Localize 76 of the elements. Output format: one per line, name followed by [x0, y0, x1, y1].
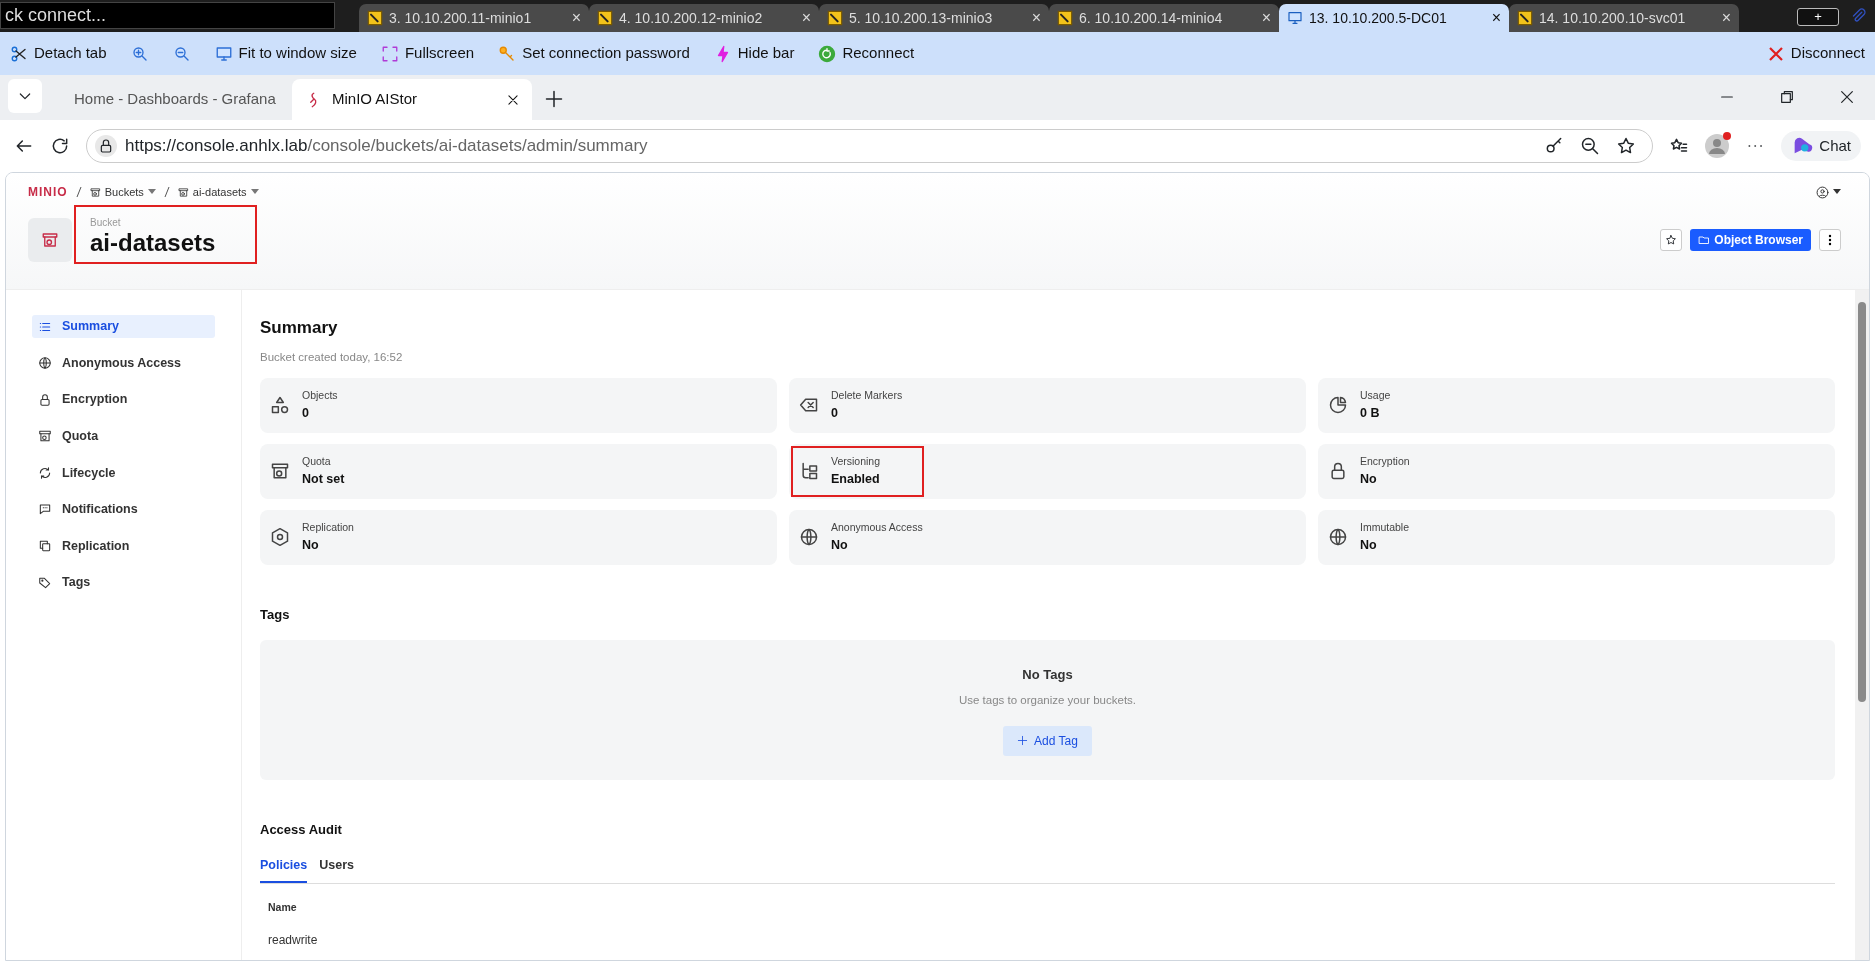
- stat-value: Enabled: [831, 470, 881, 488]
- toolbar-button[interactable]: Fit to window size: [214, 42, 357, 65]
- stat-value: 0 B: [1360, 404, 1381, 422]
- section-title: Summary: [260, 317, 339, 339]
- close-icon[interactable]: ×: [571, 6, 581, 30]
- logo-text: MINIO: [28, 184, 68, 201]
- toolbar-button[interactable]: Reconnect: [818, 42, 915, 65]
- table-cell-text: readwrite: [268, 932, 319, 950]
- toolbar-button[interactable]: Fullscreen: [380, 42, 475, 65]
- stat-label: Delete Markers: [831, 388, 903, 403]
- empty-text: Use tags to organize your buckets.: [958, 693, 1137, 709]
- tab-title: MinIO AIStor: [332, 89, 418, 110]
- tab-label: 14. 10.10.200.10-svc01: [1539, 8, 1686, 28]
- bucket-name: ai-datasets: [90, 230, 216, 257]
- sidebar-item[interactable]: Anonymous Access: [32, 351, 215, 375]
- chat-button[interactable]: Chat: [1781, 130, 1861, 162]
- tab-label: 13. 10.10.200.5-DC01: [1309, 8, 1447, 28]
- stat-label: Versioning: [831, 454, 881, 469]
- sidebar-item[interactable]: Quota: [32, 424, 215, 448]
- object-browser-button[interactable]: Object Browser: [1690, 228, 1811, 251]
- sidebar-item[interactable]: Encryption: [32, 388, 215, 412]
- toolbar-button[interactable]: Set connection password: [498, 42, 690, 65]
- section-title: Tags: [260, 605, 291, 624]
- sidebar-item[interactable]: Notifications: [32, 497, 215, 521]
- empty-title: No Tags: [1022, 665, 1073, 684]
- stat-label: Objects: [302, 388, 338, 403]
- toolbar-button[interactable]: Detach tab: [10, 42, 107, 65]
- add-tag-button[interactable]: Add Tag: [1003, 725, 1092, 756]
- stat-label: Encryption: [1360, 454, 1410, 469]
- close-icon[interactable]: ×: [1491, 6, 1501, 30]
- sidebar-item[interactable]: Lifecycle: [32, 461, 215, 485]
- audit-tab[interactable]: Users: [319, 855, 354, 883]
- browser-tab[interactable]: Home - Dashboards - Grafana: [52, 79, 292, 120]
- disconnect-button[interactable]: Disconnect: [1766, 42, 1865, 65]
- stat-value: No: [1360, 536, 1378, 554]
- stat-value: No: [831, 536, 849, 554]
- stat-value: 0: [831, 404, 839, 422]
- column-header: Name: [268, 899, 298, 915]
- session-tab[interactable]: 6. 10.10.200.14-minio4 ×: [1049, 4, 1279, 32]
- breadcrumb-link[interactable]: Buckets: [89, 183, 156, 201]
- stat-value: No: [302, 536, 320, 554]
- url-text: https://console.anhlx.lab/console/buckets/ai-datasets/admin/summary: [125, 135, 648, 158]
- breadcrumb-link[interactable]: ai-datasets: [177, 183, 259, 201]
- sidebar-item[interactable]: Summary: [32, 315, 215, 338]
- stat-label: Usage: [1360, 388, 1391, 403]
- tab-label: 5. 10.10.200.13-minio3: [849, 8, 993, 28]
- tab-label: 4. 10.10.200.12-minio2: [619, 8, 763, 28]
- sidebar-item[interactable]: Tags: [32, 571, 215, 595]
- session-tab[interactable]: 13. 10.10.200.5-DC01 ×: [1279, 4, 1509, 32]
- created-note: Bucket created today, 16:52: [260, 349, 404, 365]
- tab-label: 3. 10.10.200.11-minio1: [389, 8, 532, 28]
- audit-tab[interactable]: Policies: [260, 855, 308, 883]
- session-tab[interactable]: 14. 10.10.200.10-svc01 ×: [1509, 4, 1739, 32]
- close-icon[interactable]: ×: [1721, 6, 1731, 30]
- stat-label: Quota: [302, 454, 332, 469]
- session-tab[interactable]: 4. 10.10.200.12-minio2 ×: [589, 4, 819, 32]
- tab-label: 6. 10.10.200.14-minio4: [1079, 8, 1223, 28]
- session-tab[interactable]: 5. 10.10.200.13-minio3 ×: [819, 4, 1049, 32]
- quick-connect-field[interactable]: ck connect...: [0, 2, 335, 29]
- sidebar-item[interactable]: Replication: [32, 534, 215, 558]
- close-icon[interactable]: ×: [1031, 6, 1041, 30]
- stat-label: Replication: [302, 520, 354, 535]
- close-icon[interactable]: ×: [1261, 6, 1271, 30]
- toolbar-button[interactable]: Hide bar: [713, 42, 795, 65]
- bucket-caption: Bucket: [90, 216, 122, 230]
- stat-label: Immutable: [1360, 520, 1410, 535]
- tab-title: Home - Dashboards - Grafana: [74, 89, 276, 110]
- new-tab-button[interactable]: +: [1797, 8, 1839, 26]
- browser-tab[interactable]: MinIO AIStor: [292, 79, 532, 120]
- close-icon[interactable]: ×: [801, 6, 811, 30]
- stat-value: Not set: [302, 470, 345, 488]
- section-title: Access Audit: [260, 821, 343, 840]
- session-tab[interactable]: 3. 10.10.200.11-minio1 ×: [359, 4, 589, 32]
- stat-value: No: [1360, 470, 1378, 488]
- stat-value: 0: [302, 404, 310, 422]
- stat-label: Anonymous Access: [831, 520, 923, 535]
